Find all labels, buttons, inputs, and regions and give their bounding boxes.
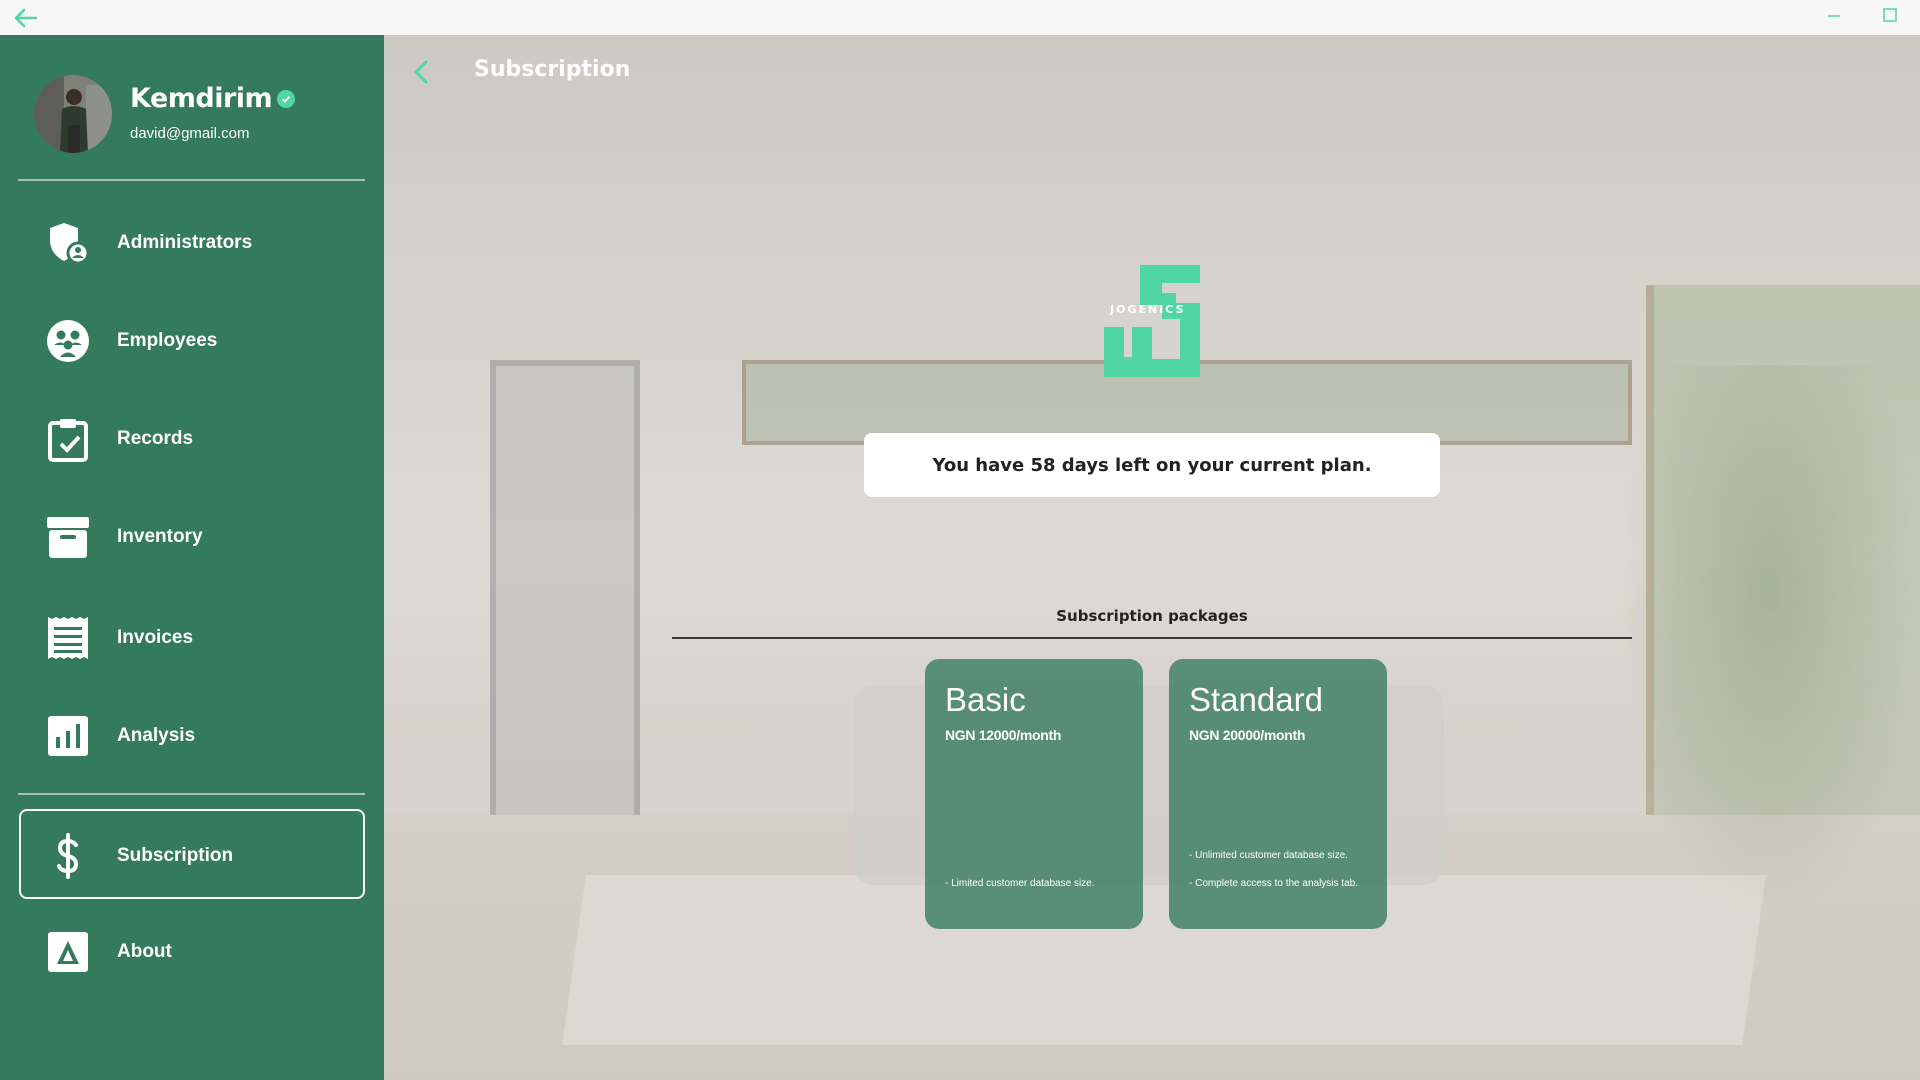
dollar-icon xyxy=(45,833,91,879)
card-name: Basic xyxy=(945,681,1026,718)
sidebar-item-label: Records xyxy=(117,428,194,449)
card-feature: - Unlimited customer database size. xyxy=(1189,850,1348,861)
sidebar-item-about[interactable]: About xyxy=(19,907,365,997)
clipboard-check-icon xyxy=(45,416,91,462)
sidebar: Kemdirim david@gmail.com Administrators xyxy=(0,35,384,1080)
user-profile: Kemdirim david@gmail.com xyxy=(34,75,374,155)
package-card-standard[interactable]: Standard NGN 20000/month - Unlimited cus… xyxy=(1169,659,1387,929)
window-titlebar xyxy=(0,0,1920,35)
page-title: Subscription xyxy=(474,57,631,82)
avatar[interactable] xyxy=(34,75,112,153)
card-feature: - Complete access to the analysis tab. xyxy=(1189,878,1358,889)
minimize-icon[interactable] xyxy=(1820,4,1848,28)
sidebar-divider xyxy=(18,793,365,795)
chevron-left-icon[interactable] xyxy=(410,57,434,87)
a-badge-icon xyxy=(45,929,91,975)
sidebar-item-subscription[interactable]: Subscription xyxy=(19,809,365,899)
people-icon xyxy=(45,318,91,364)
card-price: NGN 12000/month xyxy=(945,727,1062,743)
sidebar-item-label: Inventory xyxy=(117,526,203,547)
sidebar-item-analysis[interactable]: Analysis xyxy=(19,691,365,781)
profile-name: Kemdirim xyxy=(130,83,273,114)
background-overlay xyxy=(384,35,1920,1080)
sidebar-item-invoices[interactable]: Invoices xyxy=(19,593,365,683)
packages-divider xyxy=(672,637,1632,639)
sidebar-item-label: Subscription xyxy=(117,845,234,866)
plan-status-text: You have 58 days left on your current pl… xyxy=(932,454,1372,476)
sidebar-item-administrators[interactable]: Administrators xyxy=(19,198,365,288)
sidebar-item-label: Employees xyxy=(117,330,218,351)
receipt-icon xyxy=(45,615,91,661)
card-name: Standard xyxy=(1189,681,1323,718)
card-price: NGN 20000/month xyxy=(1189,727,1306,743)
sidebar-item-label: Invoices xyxy=(117,627,194,648)
sidebar-item-records[interactable]: Records xyxy=(19,394,365,484)
plan-status-box: You have 58 days left on your current pl… xyxy=(864,433,1440,497)
sidebar-item-label: Administrators xyxy=(117,232,253,253)
sidebar-item-inventory[interactable]: Inventory xyxy=(19,492,365,582)
maximize-icon[interactable] xyxy=(1876,4,1904,28)
bar-chart-icon xyxy=(45,713,91,759)
logo-text: JOGENICS xyxy=(1109,303,1186,316)
archive-box-icon xyxy=(45,514,91,560)
sidebar-item-label: About xyxy=(117,941,172,962)
sidebar-divider xyxy=(18,179,365,181)
verified-check-icon xyxy=(277,89,296,108)
profile-email: david@gmail.com xyxy=(130,125,250,142)
package-card-basic[interactable]: Basic NGN 12000/month - Limited customer… xyxy=(925,659,1143,929)
sidebar-item-label: Analysis xyxy=(117,725,196,746)
arrow-left-icon[interactable] xyxy=(12,6,40,30)
shield-user-icon xyxy=(45,220,91,266)
card-feature: - Limited customer database size. xyxy=(945,878,1095,889)
packages-title: Subscription packages xyxy=(1056,607,1248,625)
sidebar-item-employees[interactable]: Employees xyxy=(19,296,365,386)
main-content: Subscription JOGENICS You have 58 days l… xyxy=(384,35,1920,1080)
jogenics-logo: JOGENICS xyxy=(1104,265,1200,377)
